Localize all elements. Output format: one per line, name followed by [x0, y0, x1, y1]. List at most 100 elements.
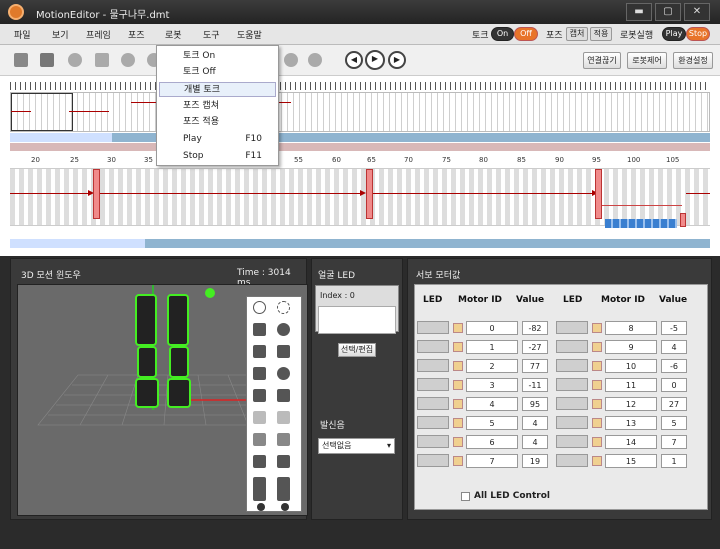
dropdown-icon[interactable]	[592, 380, 602, 390]
stop-toggle[interactable]: Stop	[686, 27, 710, 41]
led-toggle[interactable]	[417, 435, 449, 448]
led-toggle[interactable]	[417, 321, 449, 334]
motor-value-field[interactable]: 7	[661, 435, 687, 449]
rotate-cw-icon[interactable]	[277, 301, 290, 314]
dropdown-icon[interactable]	[453, 418, 463, 428]
led-toggle[interactable]	[417, 397, 449, 410]
motor-value-field[interactable]: -6	[661, 359, 687, 373]
motor-id-field[interactable]: 14	[605, 435, 657, 449]
dropdown-icon[interactable]	[592, 342, 602, 352]
motor-id-field[interactable]: 10	[605, 359, 657, 373]
dropdown-icon[interactable]	[453, 437, 463, 447]
robot-control-button[interactable]: 로봇제어	[627, 52, 667, 69]
led-toggle[interactable]	[417, 416, 449, 429]
led-edit-button[interactable]: 선택/편집	[338, 343, 376, 357]
motor-id-field[interactable]: 4	[466, 397, 518, 411]
keyframe[interactable]	[93, 169, 100, 219]
pose-capture-button[interactable]: 캡처	[566, 27, 588, 41]
zoom-minus-icon[interactable]	[281, 503, 289, 511]
camera-icon[interactable]	[253, 367, 266, 380]
prev-frame-icon[interactable]: ◀	[345, 51, 363, 69]
sound-select[interactable]: 선택없음 ▾	[318, 438, 395, 454]
open-folder-icon[interactable]	[14, 53, 28, 67]
dropdown-icon[interactable]	[592, 456, 602, 466]
selected-frames[interactable]	[605, 219, 677, 228]
target-icon[interactable]	[68, 53, 82, 67]
menu-robot[interactable]: 로봇	[165, 28, 182, 41]
dropdown-icon[interactable]	[592, 437, 602, 447]
menu-item-play[interactable]: Play F10	[159, 132, 276, 147]
led-toggle[interactable]	[556, 454, 588, 467]
menu-item-individual-torque[interactable]: 개별 토크	[159, 82, 276, 97]
arrow-right-icon[interactable]	[277, 411, 290, 424]
dropdown-icon[interactable]	[592, 418, 602, 428]
menu-view[interactable]: 보기	[52, 28, 69, 41]
led-toggle[interactable]	[417, 378, 449, 391]
warning-icon[interactable]	[253, 433, 266, 446]
motor-id-field[interactable]: 5	[466, 416, 518, 430]
zoom-in-icon[interactable]	[284, 53, 298, 67]
menu-item-stop[interactable]: Stop F11	[159, 149, 276, 164]
zoom-out-icon[interactable]	[308, 53, 322, 67]
led-toggle[interactable]	[556, 340, 588, 353]
menu-help[interactable]: 도움말	[237, 28, 262, 41]
motor-value-field[interactable]: 4	[522, 435, 548, 449]
motor-id-field[interactable]: 0	[466, 321, 518, 335]
led-toggle[interactable]	[417, 454, 449, 467]
motor-value-field[interactable]: 95	[522, 397, 548, 411]
motor-id-field[interactable]: 2	[466, 359, 518, 373]
frame-track[interactable]	[10, 168, 710, 228]
dropdown-icon[interactable]	[592, 399, 602, 409]
menu-frame[interactable]: 프레임	[86, 28, 111, 41]
rotate-ccw-icon[interactable]	[253, 301, 266, 314]
microphone-icon[interactable]	[277, 433, 290, 446]
motor-id-field[interactable]: 3	[466, 378, 518, 392]
menu-item-pose-apply[interactable]: 포즈 적용	[159, 115, 276, 130]
play-frame-icon[interactable]: ▶	[365, 50, 385, 70]
led-toggle[interactable]	[417, 340, 449, 353]
torque-on-toggle[interactable]: On	[491, 27, 514, 41]
motor-value-field[interactable]: 0	[661, 378, 687, 392]
zoom-plus-icon[interactable]	[257, 503, 265, 511]
motor-id-field[interactable]: 7	[466, 454, 518, 468]
motor-value-field[interactable]: 19	[522, 454, 548, 468]
motor-value-field[interactable]: 5	[661, 416, 687, 430]
keyframe[interactable]	[366, 169, 373, 219]
robot-head-icon[interactable]	[277, 345, 290, 358]
menu-file[interactable]: 파일	[14, 28, 31, 41]
motor-id-field[interactable]: 13	[605, 416, 657, 430]
torque-off-toggle[interactable]: Off	[514, 27, 538, 41]
settings-button[interactable]: 환경설정	[673, 52, 713, 69]
led-color-swatch[interactable]	[318, 306, 396, 334]
dropdown-icon[interactable]	[592, 361, 602, 371]
dropdown-icon[interactable]	[453, 380, 463, 390]
dropdown-icon[interactable]	[453, 361, 463, 371]
motor-value-field[interactable]: -82	[522, 321, 548, 335]
motor-value-field[interactable]: 1	[661, 454, 687, 468]
play-toggle[interactable]: Play	[662, 27, 686, 41]
undo-icon[interactable]	[121, 53, 135, 67]
menu-pose[interactable]: 포즈	[128, 28, 145, 41]
disconnect-button[interactable]: 연결끊기	[583, 52, 621, 69]
led-toggle[interactable]	[556, 378, 588, 391]
motor-value-field[interactable]: -5	[661, 321, 687, 335]
motor-value-field[interactable]: 4	[522, 416, 548, 430]
dropdown-icon[interactable]	[453, 399, 463, 409]
dropdown-icon[interactable]	[592, 323, 602, 333]
motor-value-field[interactable]: -27	[522, 340, 548, 354]
motor-id-field[interactable]: 1	[466, 340, 518, 354]
overview-viewport-box[interactable]	[11, 93, 73, 131]
grid-icon[interactable]	[253, 455, 266, 468]
motor-id-field[interactable]: 11	[605, 378, 657, 392]
pose-apply-button[interactable]: 적용	[590, 27, 612, 41]
close-button[interactable]: ✕	[684, 3, 710, 21]
motor-id-field[interactable]: 9	[605, 340, 657, 354]
copy-view-icon[interactable]	[253, 389, 266, 402]
motor-value-field[interactable]: 4	[661, 340, 687, 354]
led-toggle[interactable]	[556, 435, 588, 448]
reset-view-icon[interactable]	[277, 323, 290, 336]
mirror-icon[interactable]	[253, 411, 266, 424]
menu-item-torque-off[interactable]: 토크 Off	[159, 65, 276, 80]
copy-icon[interactable]	[95, 53, 109, 67]
led-toggle[interactable]	[556, 359, 588, 372]
